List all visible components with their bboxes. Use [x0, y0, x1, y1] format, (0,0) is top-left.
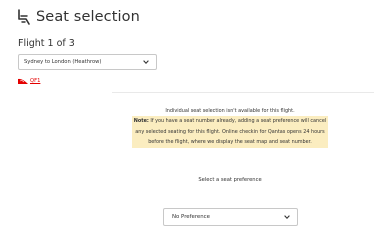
seat-preference-select[interactable]: No Preference	[163, 208, 298, 226]
flight-label: Flight 1 of 3	[18, 38, 75, 49]
qantas-logo-icon	[18, 78, 28, 84]
flight-select-value: Sydney to London (Heathrow)	[24, 59, 102, 65]
note-text: If you have a seat number already, addin…	[135, 118, 327, 146]
notice-unavailable-text: Individual seat selection isn't availabl…	[165, 108, 295, 114]
airline-code-link[interactable]: QF1	[30, 78, 40, 84]
chevron-down-icon	[143, 60, 149, 64]
page-title: Seat selection	[36, 9, 140, 25]
page-header: Seat selection	[17, 9, 140, 25]
airline-row: QF1	[18, 78, 40, 84]
seat-preference-label: Select a seat preference	[198, 177, 262, 183]
flight-select[interactable]: Sydney to London (Heathrow)	[18, 54, 157, 70]
notice-highlight: Note: If you have a seat number already,…	[132, 116, 328, 148]
seat-notice: Individual seat selection isn't availabl…	[132, 106, 328, 148]
seat-preference-value: No Preference	[172, 214, 210, 220]
chevron-down-icon	[284, 215, 290, 219]
note-label: Note:	[133, 118, 149, 125]
seat-icon	[18, 9, 30, 25]
divider	[112, 92, 374, 93]
